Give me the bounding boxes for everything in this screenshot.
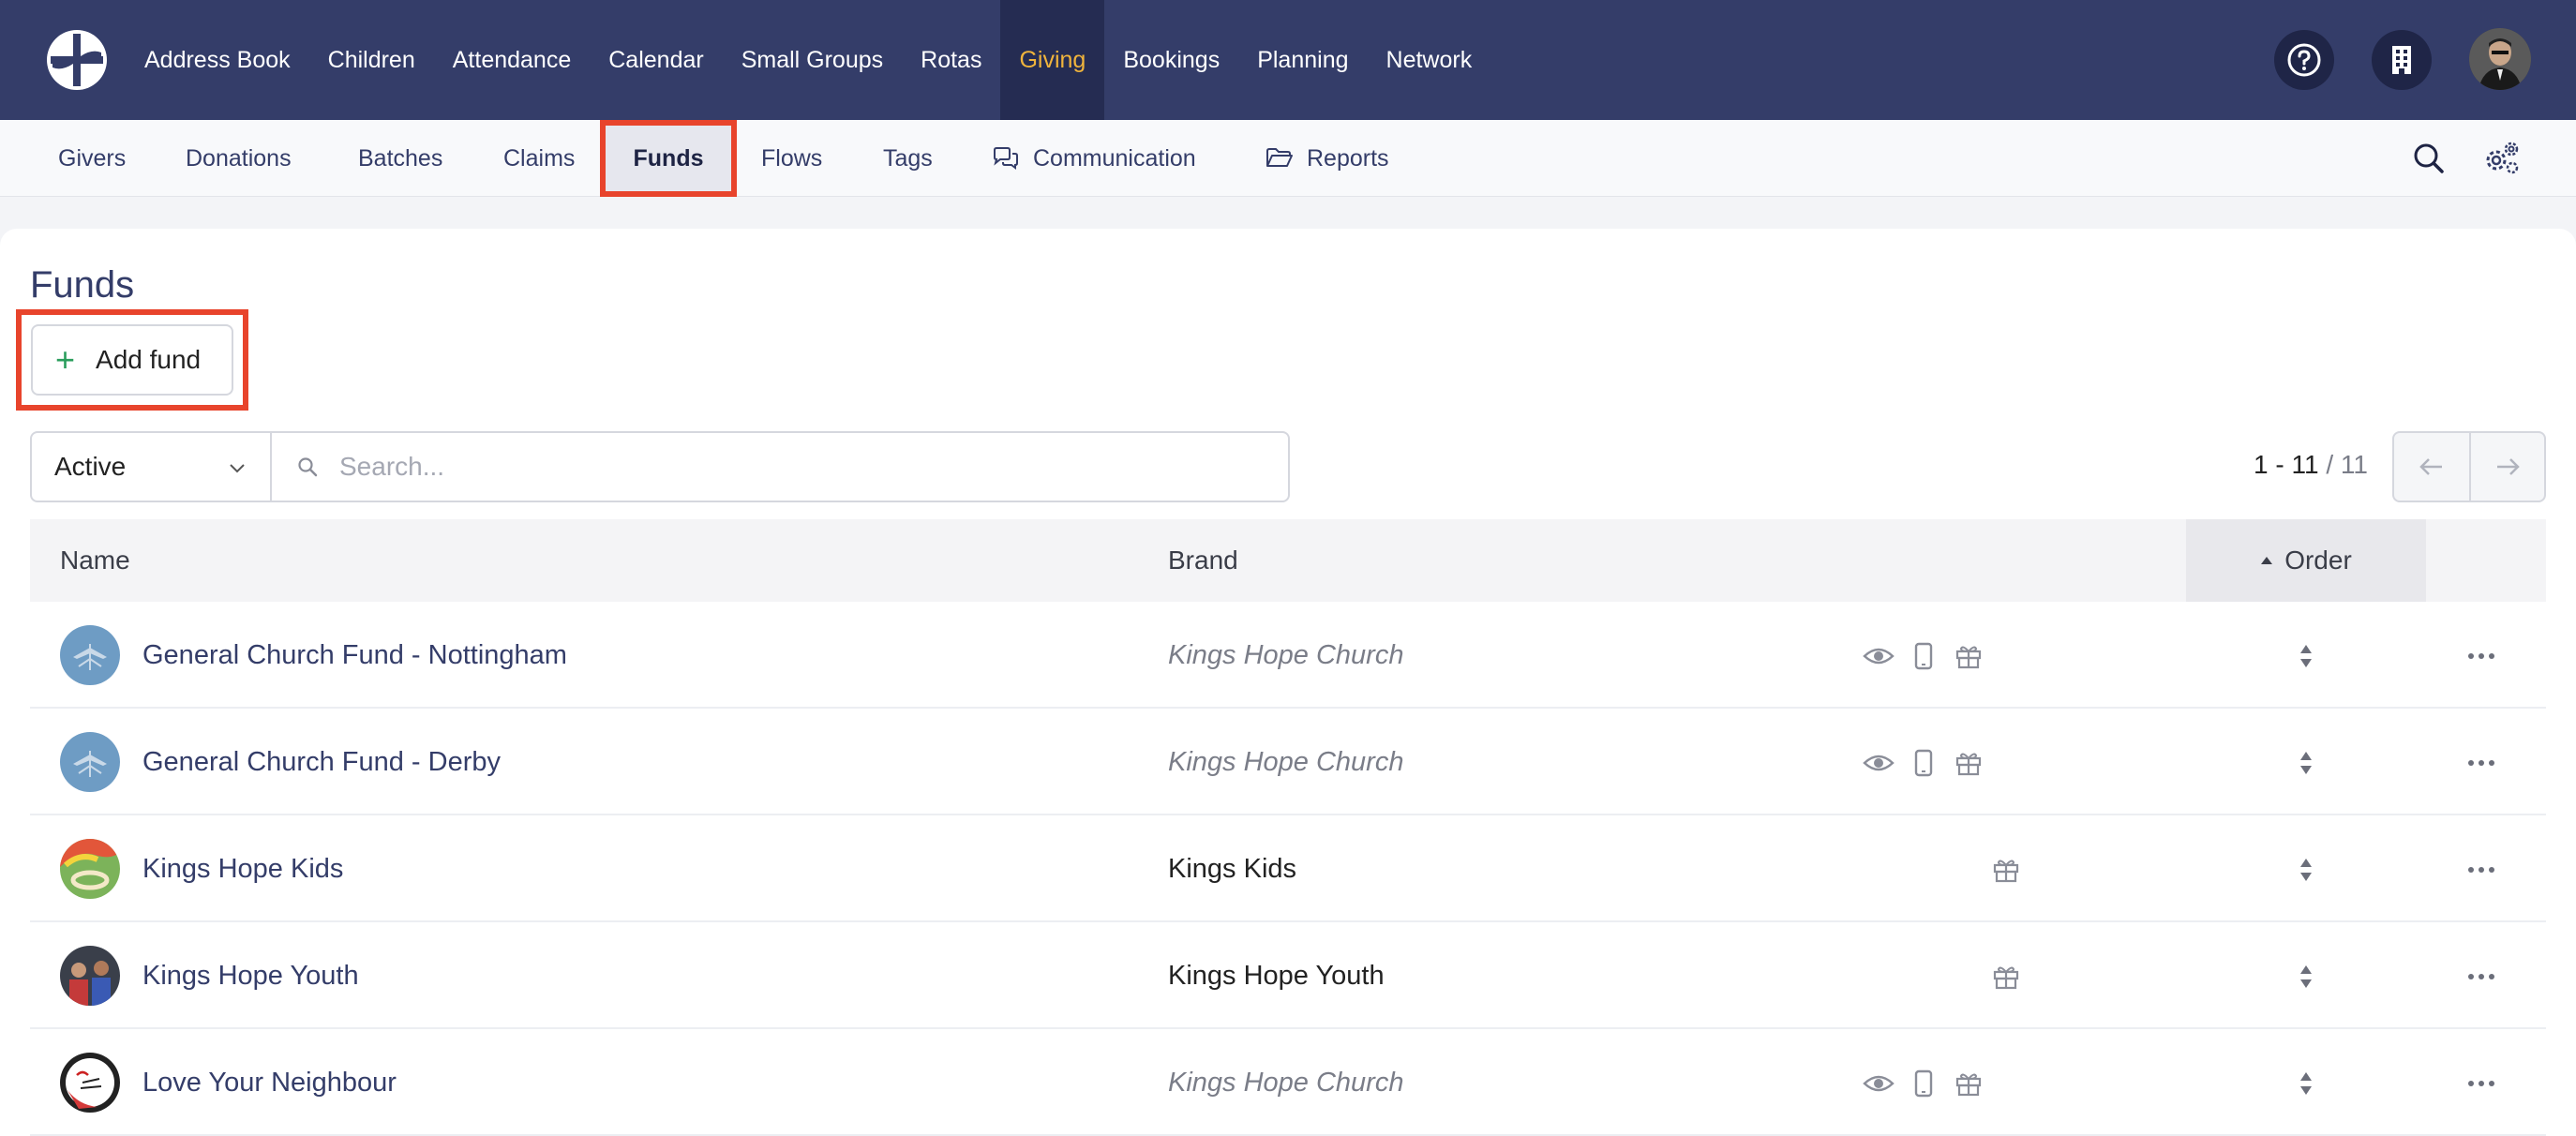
- next-page-button[interactable]: [2469, 433, 2544, 501]
- pagination-total: / 11: [2326, 450, 2368, 479]
- gift-icon: [1952, 746, 1985, 780]
- building-icon[interactable]: [2372, 30, 2432, 90]
- nav-item-small-groups[interactable]: Small Groups: [723, 0, 902, 120]
- main-nav-items: Address Book Children Attendance Calenda…: [126, 0, 1490, 120]
- tab-communication[interactable]: Communication: [992, 120, 1196, 197]
- fund-name-link[interactable]: Love Your Neighbour: [142, 1029, 397, 1136]
- mobile-icon: [1907, 639, 1940, 673]
- main-content: Funds + Add fund Active 1 - 11 / 11: [0, 229, 2576, 1136]
- mobile-icon: [1907, 1067, 1940, 1100]
- eye-icon: [1862, 746, 1895, 780]
- fund-brand: Kings Kids: [1168, 853, 1297, 884]
- nav-item-children[interactable]: Children: [309, 0, 434, 120]
- nav-item-giving[interactable]: Giving: [1000, 0, 1105, 120]
- tab-tags[interactable]: Tags: [883, 120, 933, 197]
- column-header-order[interactable]: Order: [2186, 519, 2426, 602]
- mobile-icon: [1907, 746, 1940, 780]
- help-icon[interactable]: [2274, 30, 2334, 90]
- tab-givers[interactable]: Givers: [58, 120, 126, 197]
- fund-brand: Kings Hope Youth: [1168, 960, 1385, 991]
- giving-sub-navigation: Givers Donations Batches Claims Funds Fl…: [0, 120, 2576, 197]
- fund-name-link[interactable]: Kings Hope Kids: [142, 815, 343, 922]
- arrow-right-icon: [2497, 458, 2520, 475]
- top-navigation: Address Book Children Attendance Calenda…: [0, 0, 2576, 120]
- folder-open-icon: [1266, 148, 1293, 167]
- fund-avatar: [60, 1053, 120, 1113]
- add-fund-highlight: + Add fund: [16, 309, 248, 411]
- tab-funds[interactable]: Funds: [600, 120, 737, 197]
- search-input[interactable]: [339, 452, 1183, 482]
- status-filter-select[interactable]: Active: [30, 431, 272, 502]
- table-row[interactable]: Kings Hope Kids Kings Kids: [30, 815, 2546, 922]
- reorder-handle-icon[interactable]: [2291, 639, 2321, 673]
- column-header-brand[interactable]: Brand: [1168, 519, 1238, 602]
- fund-brand: Kings Hope Church: [1168, 1067, 1404, 1098]
- nav-item-network[interactable]: Network: [1368, 0, 1491, 120]
- column-header-order-label: Order: [2284, 546, 2352, 575]
- more-options-icon[interactable]: [2458, 639, 2505, 673]
- eye-icon: [1862, 1067, 1895, 1100]
- nav-item-planning[interactable]: Planning: [1238, 0, 1367, 120]
- gift-icon: [1952, 639, 1985, 673]
- reorder-handle-icon[interactable]: [2291, 1067, 2321, 1100]
- table-row[interactable]: General Church Fund - Derby Kings Hope C…: [30, 709, 2546, 815]
- tab-donations[interactable]: Donations: [186, 120, 292, 197]
- settings-gears-icon[interactable]: [2480, 137, 2524, 180]
- pagination-controls: [2392, 431, 2546, 502]
- fund-name-link[interactable]: Kings Hope Youth: [142, 922, 359, 1029]
- search-icon[interactable]: [2407, 137, 2450, 180]
- gift-icon: [1989, 853, 2023, 887]
- fund-name-link[interactable]: General Church Fund - Nottingham: [142, 602, 567, 709]
- tab-flows[interactable]: Flows: [761, 120, 822, 197]
- reorder-handle-icon[interactable]: [2291, 960, 2321, 994]
- tab-batches[interactable]: Batches: [358, 120, 442, 197]
- fund-brand: Kings Hope Church: [1168, 746, 1404, 777]
- fund-avatar: [60, 625, 120, 685]
- pagination-range: 1 - 11: [2254, 450, 2319, 479]
- gift-icon: [1952, 1067, 1985, 1100]
- eye-icon: [1862, 639, 1895, 673]
- nav-item-attendance[interactable]: Attendance: [434, 0, 591, 120]
- tab-reports-label: Reports: [1307, 144, 1389, 172]
- table-row[interactable]: Love Your Neighbour Kings Hope Church: [30, 1029, 2546, 1136]
- plus-icon: +: [55, 340, 76, 379]
- table-header: Name Brand Order: [30, 519, 2546, 602]
- nav-item-address-book[interactable]: Address Book: [126, 0, 309, 120]
- pagination-info: 1 - 11 / 11: [2254, 450, 2368, 480]
- fund-avatar: [60, 946, 120, 1006]
- status-filter-value: Active: [54, 452, 127, 481]
- fund-avatar: [60, 732, 120, 792]
- add-fund-label: Add fund: [96, 345, 202, 374]
- reorder-handle-icon[interactable]: [2291, 746, 2321, 780]
- fund-name-link[interactable]: General Church Fund - Derby: [142, 709, 501, 815]
- table-row[interactable]: General Church Fund - Nottingham Kings H…: [30, 602, 2546, 709]
- more-options-icon[interactable]: [2458, 1067, 2505, 1100]
- column-header-name[interactable]: Name: [60, 519, 130, 602]
- more-options-icon[interactable]: [2458, 960, 2505, 994]
- nav-item-rotas[interactable]: Rotas: [902, 0, 1000, 120]
- add-fund-button[interactable]: + Add fund: [31, 324, 233, 396]
- tab-reports[interactable]: Reports: [1266, 120, 1389, 197]
- chevron-down-icon: [230, 464, 245, 473]
- more-options-icon[interactable]: [2458, 853, 2505, 887]
- chat-icon: [994, 147, 1018, 170]
- search-box: [270, 431, 1290, 502]
- nav-item-bookings[interactable]: Bookings: [1104, 0, 1238, 120]
- search-icon: [298, 457, 318, 477]
- tab-claims[interactable]: Claims: [503, 120, 575, 197]
- gift-icon: [1989, 960, 2023, 994]
- user-avatar[interactable]: [2469, 28, 2531, 90]
- nav-item-calendar[interactable]: Calendar: [590, 0, 722, 120]
- reorder-handle-icon[interactable]: [2291, 853, 2321, 887]
- tab-communication-label: Communication: [1033, 144, 1196, 172]
- previous-page-button[interactable]: [2394, 433, 2469, 501]
- arrow-left-icon: [2419, 458, 2442, 475]
- fund-brand: Kings Hope Church: [1168, 639, 1404, 670]
- more-options-icon[interactable]: [2458, 746, 2505, 780]
- page-title: Funds: [30, 264, 135, 306]
- sort-asc-icon: [2261, 557, 2273, 564]
- table-row[interactable]: Kings Hope Youth Kings Hope Youth: [30, 922, 2546, 1029]
- fund-avatar: [60, 839, 120, 899]
- church-logo-icon[interactable]: [45, 28, 109, 92]
